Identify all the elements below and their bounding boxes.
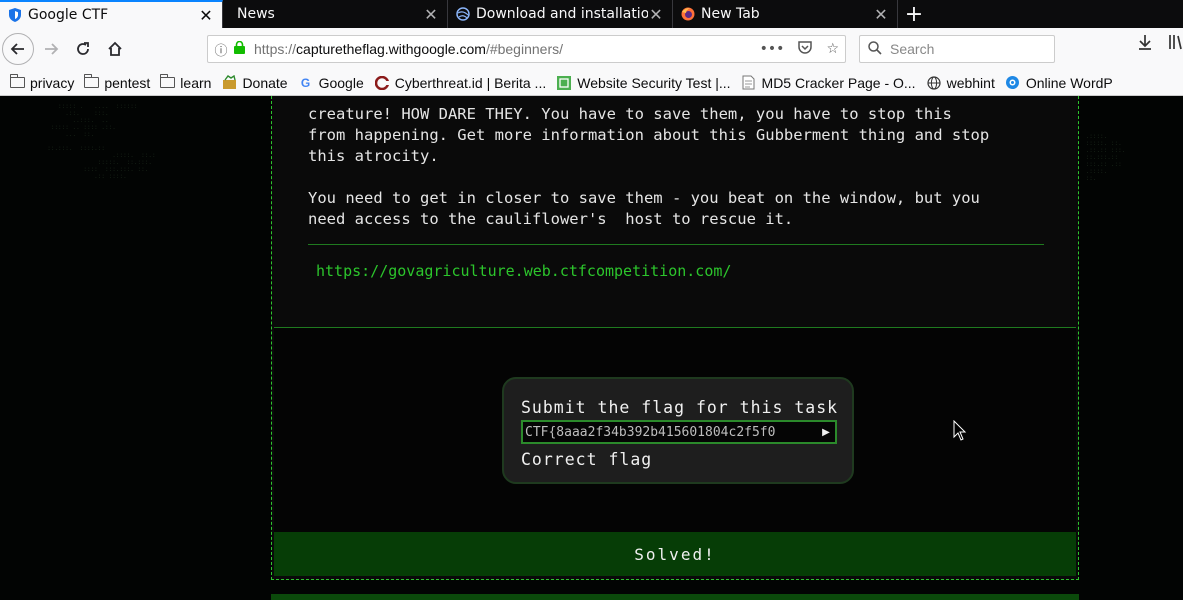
wordpress-icon: [1005, 75, 1021, 91]
tab-bar: Google CTF ✕ News ✕ Download and install…: [0, 0, 1183, 28]
mouse-cursor-icon: [953, 419, 967, 442]
bookmark-online-wordpress[interactable]: Online WordP: [1005, 75, 1113, 91]
bookmark-label: Website Security Test |...: [577, 74, 731, 91]
bookmark-label: learn: [180, 74, 212, 91]
bookmark-label: webhint: [946, 74, 995, 91]
download-icon[interactable]: [1137, 34, 1153, 54]
task-panel: creature! HOW DARE THEY. You have to sav…: [271, 96, 1079, 580]
bookmark-cyberthreat[interactable]: Cyberthreat.id | Berita ...: [374, 75, 546, 91]
tab-new-tab[interactable]: New Tab ✕: [673, 0, 898, 28]
next-task-panel[interactable]: [271, 594, 1079, 600]
bookmark-md5-cracker[interactable]: MD5 Cracker Page - O...: [741, 75, 916, 91]
flag-value[interactable]: CTF{8aaa2f34b392b415601804c2f5f0: [523, 425, 817, 440]
bookmark-label: Cyberthreat.id | Berita ...: [394, 74, 547, 91]
flag-input[interactable]: CTF{8aaa2f34b392b415601804c2f5f0 ▶: [521, 420, 837, 444]
tab-download[interactable]: Download and installatio ✕: [448, 0, 673, 28]
lock-icon: [234, 40, 248, 57]
bookmark-google[interactable]: G Google: [298, 75, 364, 91]
close-icon[interactable]: ✕: [423, 5, 439, 24]
bookmark-label: pentest: [104, 74, 151, 91]
address-bar[interactable]: ⓘ https://capturetheflag.withgoogle.com/…: [207, 35, 846, 63]
more-actions-icon[interactable]: •••: [760, 41, 785, 58]
bookmark-star-icon[interactable]: ☆: [826, 41, 839, 58]
flag-submission-box: Submit the flag for this task CTF{8aaa2f…: [502, 377, 854, 484]
bookmark-privacy[interactable]: privacy: [9, 74, 75, 91]
bookmark-website-security-test[interactable]: Website Security Test |...: [556, 74, 731, 91]
tab-news[interactable]: News ✕: [223, 0, 448, 28]
solved-label: Solved!: [634, 544, 716, 564]
flag-status: Correct flag: [521, 450, 653, 469]
folder-icon: [83, 74, 100, 88]
bookmark-label: privacy: [30, 74, 75, 91]
security-test-icon: [556, 75, 572, 91]
library-icon[interactable]: [1169, 34, 1183, 54]
globe-icon: [456, 7, 470, 21]
google-icon: G: [300, 75, 311, 90]
tab-title: Download and installatio: [476, 6, 648, 22]
bookmarks-toolbar: privacy pentest learn Donate G Google Cy…: [0, 70, 1183, 96]
tab-title: New Tab: [701, 6, 760, 22]
md5-icon: [741, 75, 757, 91]
url-scheme: https://: [254, 41, 297, 57]
home-button[interactable]: [100, 34, 130, 64]
task-link[interactable]: https://govagriculture.web.ctfcompetitio…: [316, 262, 731, 280]
divider: [308, 244, 1044, 245]
arrow-left-icon: [10, 43, 24, 55]
shield-icon: [8, 8, 22, 22]
bookmark-label: Online WordP: [1025, 74, 1113, 91]
info-icon[interactable]: ⓘ: [208, 40, 234, 59]
bookmark-webhint[interactable]: webhint: [926, 75, 995, 91]
donate-icon: [221, 75, 237, 91]
reload-button[interactable]: [68, 34, 98, 64]
url-path: /#beginners/: [485, 41, 563, 57]
task-description: creature! HOW DARE THEY. You have to sav…: [308, 105, 990, 228]
close-icon[interactable]: ✕: [198, 6, 214, 25]
page-content: ::::: . .... :::::: .::. :::. ..:::. .. …: [0, 96, 1183, 600]
tab-google-ctf[interactable]: Google CTF ✕: [0, 0, 223, 28]
bookmark-donate[interactable]: Donate: [221, 74, 288, 91]
bookmark-pentest[interactable]: pentest: [83, 74, 151, 91]
flag-prompt: Submit the flag for this task: [521, 398, 839, 417]
forward-button[interactable]: [36, 34, 66, 64]
folder-icon: [159, 74, 176, 88]
folder-icon: [9, 74, 25, 88]
globe-icon: [926, 75, 942, 91]
search-icon: [868, 40, 882, 58]
url-text: https://capturetheflag.withgoogle.com/#b…: [254, 41, 563, 57]
search-input[interactable]: Search: [859, 35, 1055, 63]
search-placeholder: Search: [890, 41, 935, 57]
close-icon[interactable]: ✕: [873, 5, 889, 24]
home-icon: [108, 41, 122, 56]
bookmark-learn[interactable]: learn: [159, 74, 212, 91]
close-icon[interactable]: ✕: [648, 5, 664, 24]
arrow-right-icon: [45, 43, 59, 55]
solved-banner: Solved!: [274, 532, 1076, 576]
tab-title: Google CTF: [28, 7, 109, 23]
bookmark-label: MD5 Cracker Page - O...: [761, 74, 916, 91]
reload-icon: [77, 42, 89, 55]
bookmark-label: Donate: [242, 74, 288, 91]
matrix-background-left: ::::: . .... :::::: .::. :::. ..:::. .. …: [47, 103, 156, 180]
pocket-icon[interactable]: [798, 40, 813, 58]
cyberthreat-icon: [374, 75, 390, 91]
firefox-icon: [681, 7, 695, 21]
url-actions: ••• ☆: [760, 41, 839, 58]
toolbar-right: [1137, 34, 1183, 54]
navigation-bar: ⓘ https://capturetheflag.withgoogle.com/…: [0, 28, 1183, 70]
url-host: capturetheflag.withgoogle.com: [296, 41, 486, 57]
back-button[interactable]: [2, 33, 34, 65]
submit-arrow-icon[interactable]: ▶: [817, 427, 835, 438]
new-tab-button[interactable]: +: [898, 0, 930, 28]
bookmark-label: Google: [318, 74, 364, 91]
tab-title: News: [237, 6, 275, 22]
matrix-background-right: .::::. :::::. ::. .::.:: :::. ::.:::.:: …: [1085, 133, 1126, 182]
